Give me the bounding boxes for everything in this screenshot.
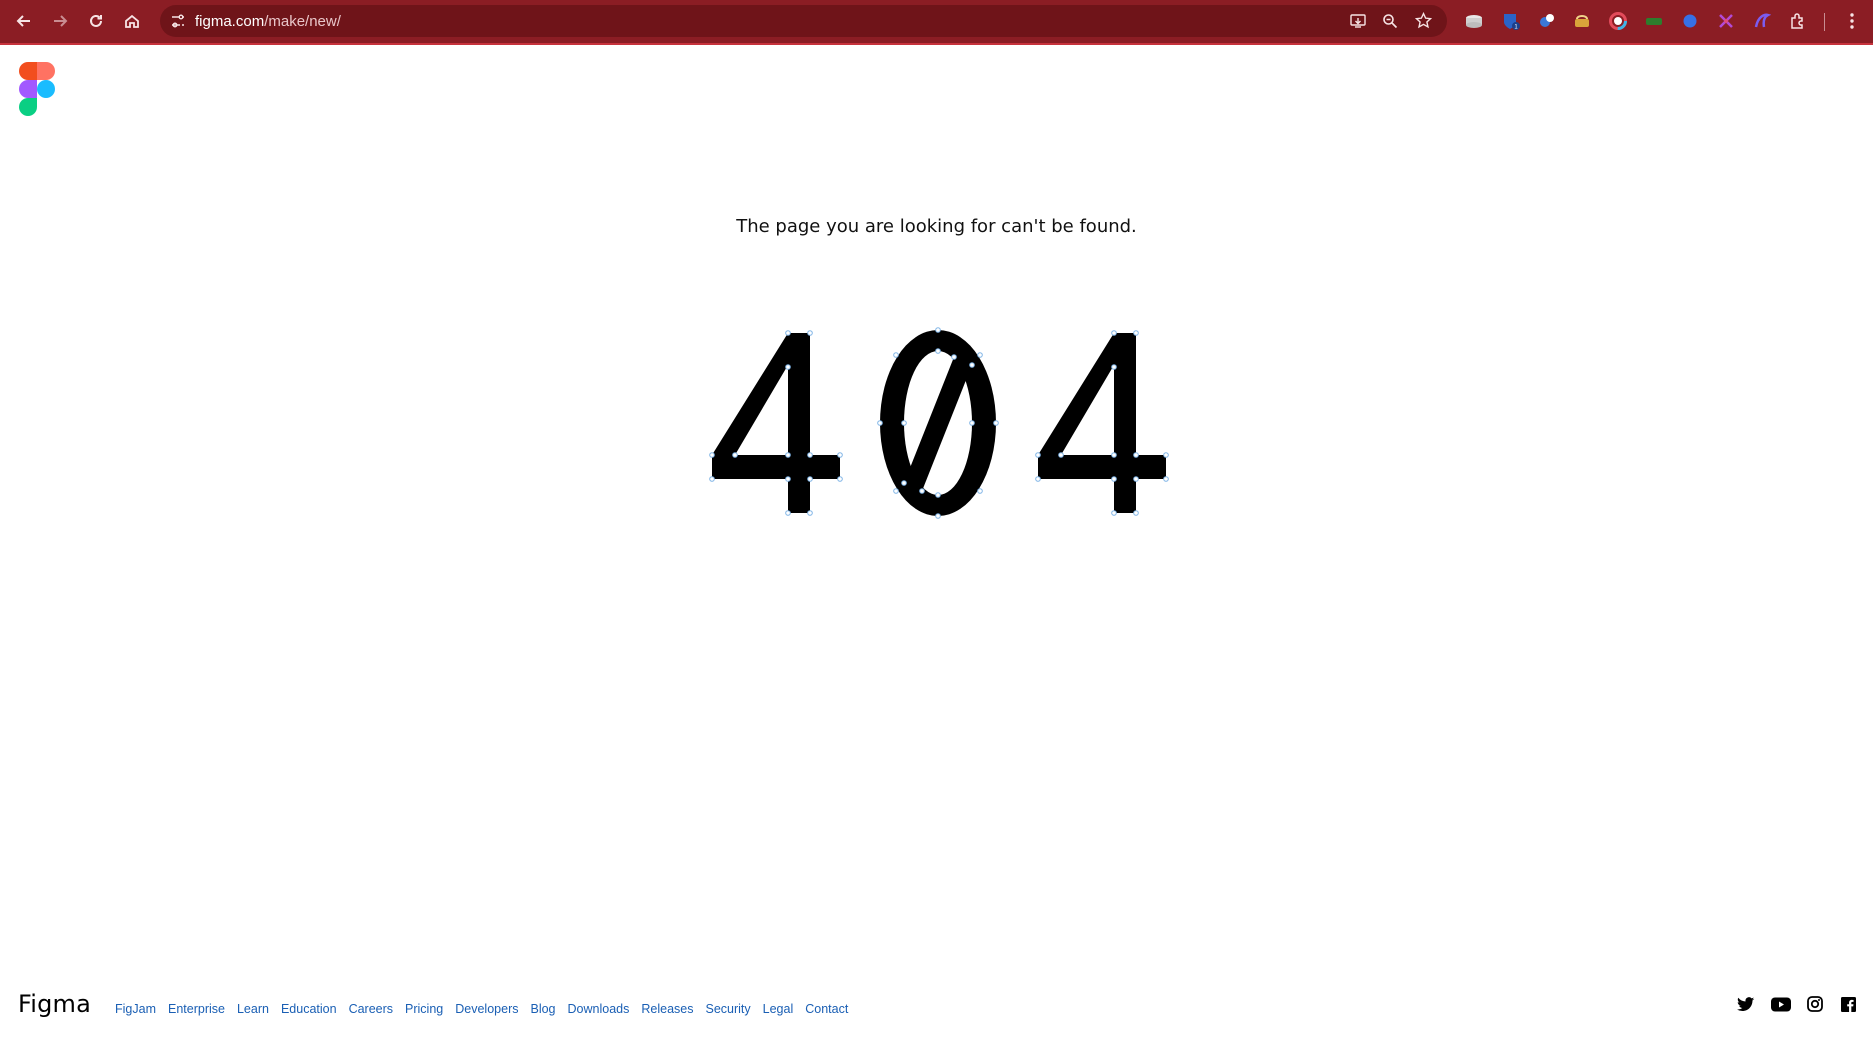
- extension-basket-icon[interactable]: [1572, 11, 1592, 31]
- reload-icon: [90, 14, 102, 27]
- facebook-icon[interactable]: [1838, 994, 1858, 1014]
- zoom-icon[interactable]: [1382, 13, 1398, 34]
- bookmark-star-icon[interactable]: [1414, 11, 1433, 34]
- footer-link-contact[interactable]: Contact: [805, 1002, 848, 1016]
- footer-link-releases[interactable]: Releases: [641, 1002, 693, 1016]
- install-app-icon[interactable]: [1350, 13, 1366, 34]
- home-icon: [125, 14, 139, 28]
- home-button[interactable]: [117, 7, 147, 35]
- url-host: figma.com: [195, 13, 265, 30]
- youtube-icon[interactable]: [1771, 994, 1791, 1014]
- footer-link-downloads[interactable]: Downloads: [568, 1002, 630, 1016]
- extension-green-icon[interactable]: [1644, 11, 1664, 31]
- extension-puzzle-tool-icon[interactable]: [1537, 11, 1557, 31]
- figma-logo[interactable]: [19, 62, 55, 116]
- footer-link-developers[interactable]: Developers: [455, 1002, 518, 1016]
- browser-menu-icon[interactable]: [1842, 11, 1862, 31]
- extension-color-ring-icon[interactable]: [1608, 11, 1628, 31]
- footer-link-pricing[interactable]: Pricing: [405, 1002, 443, 1016]
- site-settings-icon[interactable]: [170, 13, 186, 34]
- footer-brand[interactable]: Figma: [18, 990, 91, 1018]
- extensions-puzzle-icon[interactable]: [1788, 11, 1808, 31]
- footer-link-learn[interactable]: Learn: [237, 1002, 269, 1016]
- error-404-graphic: 404: [700, 325, 1180, 525]
- back-arrow-icon: [16, 15, 30, 27]
- footer-link-legal[interactable]: Legal: [763, 1002, 794, 1016]
- extension-cross-icon[interactable]: [1716, 11, 1736, 31]
- footer-link-security[interactable]: Security: [705, 1002, 750, 1016]
- extension-blue-dot-icon[interactable]: [1680, 11, 1700, 31]
- footer-nav: FigJam Enterprise Learn Education Career…: [115, 1002, 860, 1016]
- vector-404-icon: [709, 327, 1169, 519]
- extension-drive-icon[interactable]: [1464, 11, 1484, 31]
- browser-toolbar: figma.com/make/new/ 1: [0, 0, 1873, 43]
- extension-shield-icon[interactable]: 1: [1501, 11, 1521, 31]
- instagram-icon[interactable]: [1805, 994, 1825, 1014]
- footer-link-careers[interactable]: Careers: [349, 1002, 393, 1016]
- toolbar-divider: [1824, 13, 1825, 31]
- not-found-message: The page you are looking for can't be fo…: [736, 216, 1137, 237]
- footer-link-blog[interactable]: Blog: [530, 1002, 555, 1016]
- extension-arc-icon[interactable]: [1752, 11, 1772, 31]
- twitter-icon[interactable]: [1736, 994, 1756, 1014]
- toolbar-bottom-border: [0, 43, 1873, 45]
- forward-button[interactable]: [45, 7, 75, 35]
- address-bar[interactable]: figma.com/make/new/: [160, 5, 1447, 37]
- footer-link-enterprise[interactable]: Enterprise: [168, 1002, 225, 1016]
- url-path: /make/new/: [264, 13, 341, 30]
- url-text[interactable]: figma.com/make/new/: [195, 13, 341, 30]
- reload-button[interactable]: [81, 7, 111, 35]
- back-button[interactable]: [9, 7, 39, 35]
- forward-arrow-icon: [54, 15, 68, 27]
- footer-link-figjam[interactable]: FigJam: [115, 1002, 156, 1016]
- footer-link-education[interactable]: Education: [281, 1002, 337, 1016]
